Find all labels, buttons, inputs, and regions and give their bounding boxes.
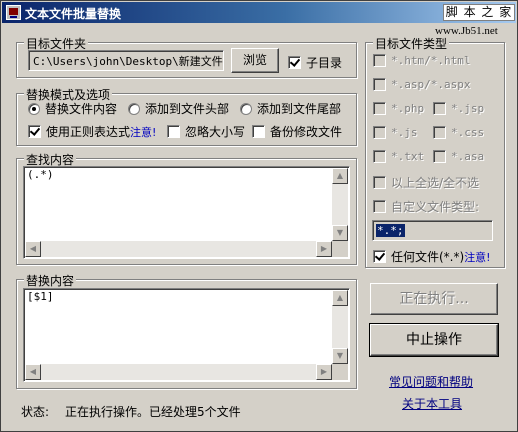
- replace-scroll-right-icon[interactable]: ▶: [316, 364, 332, 380]
- type-txt-label: *.txt: [391, 150, 425, 163]
- type-jsp-checkbox[interactable]: *.jsp: [433, 102, 484, 115]
- running-button[interactable]: 正在执行...: [370, 283, 498, 315]
- watermark-logo: 脚 本 之 家: [443, 4, 515, 21]
- radio-head-label: 添加到文件头部: [145, 102, 230, 116]
- select-all-box[interactable]: [373, 176, 386, 189]
- type-asp-checkbox[interactable]: *.asp/*.aspx: [373, 78, 470, 91]
- radio-replace-label: 替换文件内容: [45, 102, 118, 116]
- ignore-case-checkbox[interactable]: 忽略大小写: [167, 123, 245, 140]
- type-jsp-label: *.jsp: [451, 102, 485, 115]
- about-link[interactable]: 关于本工具: [402, 395, 462, 412]
- type-asa-checkbox[interactable]: *.asa: [433, 150, 484, 163]
- backup-box[interactable]: [252, 125, 265, 138]
- radio-add-head[interactable]: 添加到文件头部: [128, 100, 229, 117]
- find-scroll-down-icon[interactable]: ▼: [332, 225, 348, 241]
- type-txt-box[interactable]: [373, 150, 386, 163]
- type-jsp-box[interactable]: [433, 102, 446, 115]
- replace-legend: 替换内容: [24, 272, 77, 289]
- radio-replace-content[interactable]: 替换文件内容: [28, 100, 117, 117]
- type-asa-box[interactable]: [433, 150, 446, 163]
- replace-text: [$1]: [27, 290, 54, 303]
- window-title: 文本文件批量替换: [25, 7, 122, 21]
- any-file-box[interactable]: [373, 250, 386, 263]
- select-all-checkbox[interactable]: 以上全选/全不选: [373, 174, 479, 191]
- replace-hscroll[interactable]: ◀ ▶: [25, 364, 332, 380]
- custom-type-checkbox[interactable]: 自定义文件类型:: [373, 198, 479, 215]
- stop-button[interactable]: 中止操作: [369, 323, 499, 357]
- subdir-checkbox[interactable]: 子目录: [288, 54, 342, 71]
- type-htm-label: *.htm/*.html: [391, 54, 471, 67]
- radio-head-dot[interactable]: [128, 102, 140, 115]
- type-asp-label: *.asp/*.aspx: [391, 78, 471, 91]
- regex-checkbox[interactable]: 使用正则表达式 注意!: [28, 123, 156, 140]
- type-txt-checkbox[interactable]: *.txt: [373, 150, 424, 163]
- ignore-case-box[interactable]: [167, 125, 180, 138]
- main-window: 文本文件批量替换 脚 本 之 家 www.Jb51.net 目标文件夹 C:\U…: [0, 0, 518, 432]
- replace-scroll-corner: [332, 364, 348, 380]
- type-js-label: *.js: [391, 126, 418, 139]
- radio-add-tail[interactable]: 添加到文件尾部: [240, 100, 341, 117]
- backup-label: 备份修改文件: [270, 125, 343, 139]
- custom-type-input[interactable]: *.*;: [372, 220, 493, 241]
- custom-type-label: 自定义文件类型:: [391, 200, 480, 214]
- find-text: (.*): [27, 168, 54, 181]
- backup-checkbox[interactable]: 备份修改文件: [252, 123, 342, 140]
- radio-tail-dot[interactable]: [240, 102, 252, 115]
- regex-checkbox-box[interactable]: [28, 125, 41, 138]
- folder-path-field[interactable]: C:\Users\john\Desktop\新建文件夹: [28, 50, 224, 71]
- find-scroll-corner: [332, 241, 348, 257]
- type-js-checkbox[interactable]: *.js: [373, 126, 418, 139]
- app-icon: [6, 5, 21, 20]
- title-bar[interactable]: 文本文件批量替换: [2, 2, 516, 23]
- type-php-box[interactable]: [373, 102, 386, 115]
- type-htm-box[interactable]: [373, 54, 386, 67]
- type-asa-label: *.asa: [451, 150, 485, 163]
- replace-vscroll[interactable]: ▲ ▼: [332, 290, 348, 364]
- replace-scroll-left-icon[interactable]: ◀: [25, 364, 41, 380]
- radio-replace-dot[interactable]: [28, 102, 40, 115]
- subdir-checkbox-box[interactable]: [288, 56, 301, 69]
- type-css-box[interactable]: [433, 126, 446, 139]
- subdir-label: 子目录: [306, 56, 343, 70]
- any-file-note-link[interactable]: 注意!: [464, 249, 490, 265]
- find-scroll-right-icon[interactable]: ▶: [316, 241, 332, 257]
- browse-button[interactable]: 浏览: [231, 48, 279, 73]
- help-link[interactable]: 常见问题和帮助: [389, 373, 473, 390]
- radio-tail-label: 添加到文件尾部: [257, 102, 342, 116]
- status-text: 正在执行操作。已经处理5个文件: [65, 405, 241, 419]
- regex-note-link[interactable]: 注意!: [130, 124, 156, 140]
- find-scroll-left-icon[interactable]: ◀: [25, 241, 41, 257]
- type-css-label: *.css: [451, 126, 485, 139]
- select-all-label: 以上全选/全不选: [391, 176, 480, 190]
- type-php-label: *.php: [391, 102, 425, 115]
- replace-scroll-down-icon[interactable]: ▼: [332, 348, 348, 364]
- find-vscroll[interactable]: ▲ ▼: [332, 168, 348, 241]
- type-css-checkbox[interactable]: *.css: [433, 126, 484, 139]
- find-scroll-up-icon[interactable]: ▲: [332, 168, 348, 184]
- any-file-checkbox[interactable]: 任何文件(*.*) 注意!: [373, 248, 491, 265]
- status-label: 状态:: [21, 405, 50, 419]
- type-js-box[interactable]: [373, 126, 386, 139]
- ignore-case-label: 忽略大小写: [185, 125, 246, 139]
- any-file-label: 任何文件(*.*): [391, 250, 465, 264]
- type-php-checkbox[interactable]: *.php: [373, 102, 424, 115]
- regex-label: 使用正则表达式: [46, 125, 131, 139]
- custom-type-value: *.*;: [376, 224, 405, 237]
- type-asp-box[interactable]: [373, 78, 386, 91]
- type-htm-checkbox[interactable]: *.htm/*.html: [373, 54, 470, 67]
- find-hscroll[interactable]: ◀ ▶: [25, 241, 332, 257]
- file-types-legend: 目标文件类型: [373, 35, 450, 52]
- custom-type-box[interactable]: [373, 200, 386, 213]
- replace-scroll-up-icon[interactable]: ▲: [332, 290, 348, 306]
